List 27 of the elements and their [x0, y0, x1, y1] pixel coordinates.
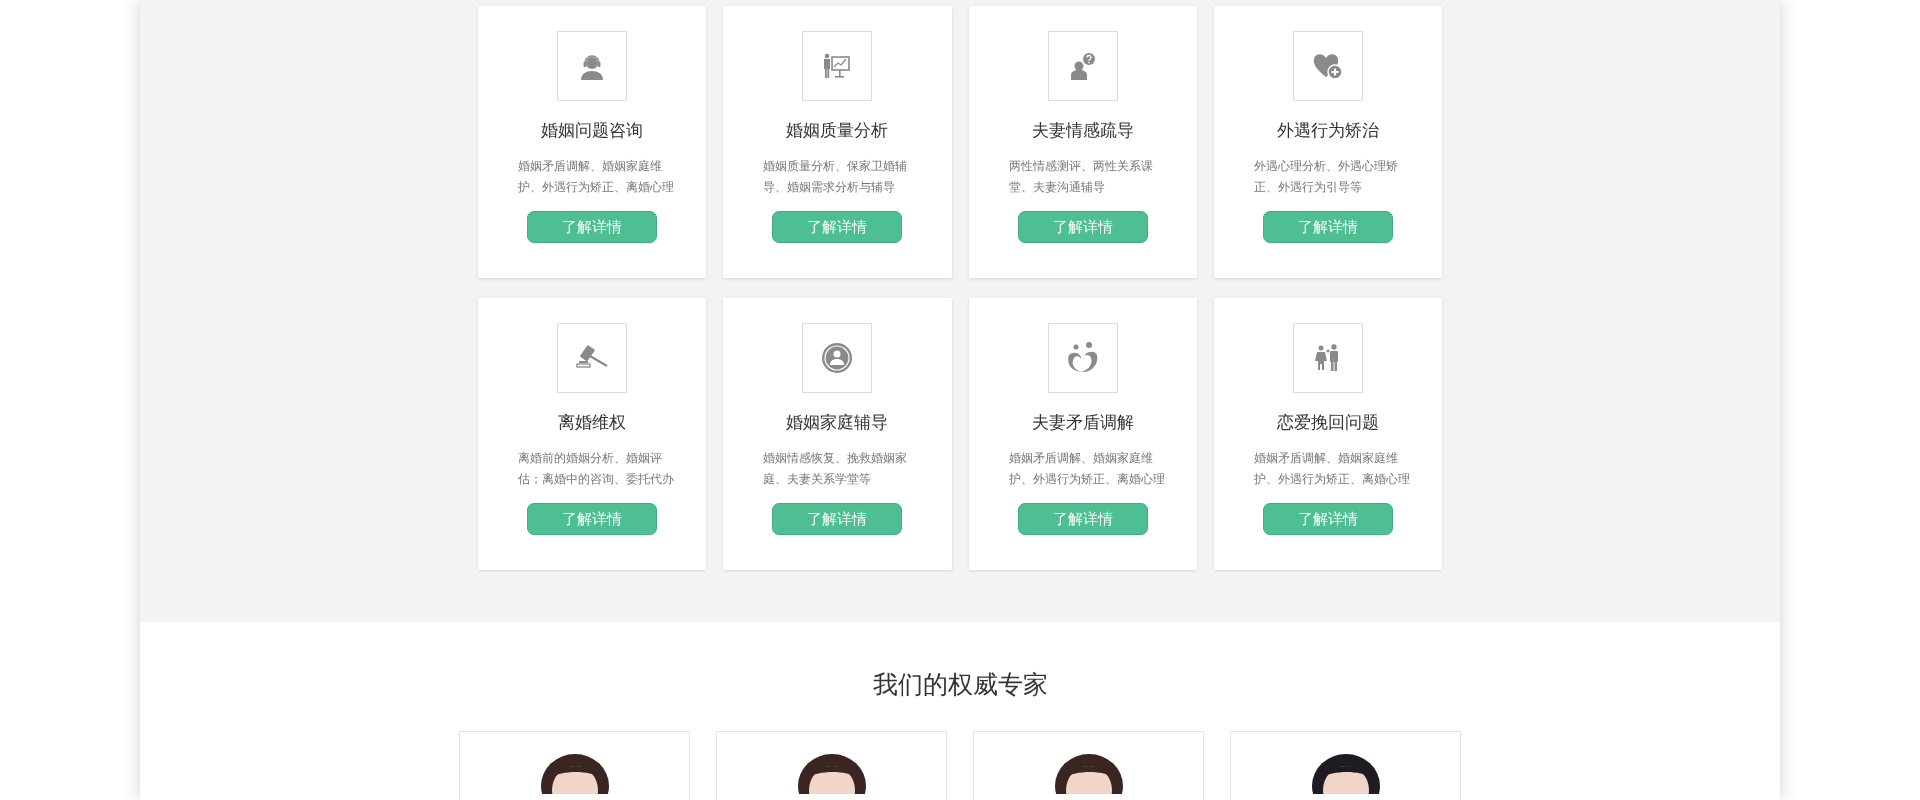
service-description: 婚姻矛盾调解、婚姻家庭维 护、外遇行为矫正、离婚心理 — [518, 158, 675, 196]
details-button[interactable]: 了解详情 — [527, 211, 658, 243]
presenter-board-icon — [822, 51, 853, 81]
service-title: 恋爱挽回问题 — [1276, 412, 1379, 434]
service-description: 两性情感测评、两性关系课 堂、夫妻沟通辅导 — [1008, 158, 1153, 196]
service-title: 婚姻家庭辅导 — [786, 412, 889, 434]
details-button[interactable]: 了解详情 — [1262, 211, 1393, 243]
service-description: 婚姻质量分析、保家卫婚辅 导、婚姻需求分析与辅导 — [763, 158, 908, 196]
details-button[interactable]: 了解详情 — [1017, 211, 1148, 243]
service-description: 婚姻情感恢复、挽救婚姻家 庭、夫妻关系学堂等 — [763, 450, 908, 488]
service-description: 婚姻矛盾调解、婚姻家庭维 护、外遇行为矫正、离婚心理 — [1008, 450, 1165, 488]
details-button[interactable]: 了解详情 — [772, 503, 903, 535]
service-title: 离婚维权 — [558, 412, 627, 434]
service-description: 离婚前的婚姻分析、婚姻评 估；离婚中的咨询、委托代办 — [518, 450, 675, 488]
service-title: 婚姻问题咨询 — [541, 120, 644, 142]
details-button[interactable]: 了解详情 — [772, 211, 903, 243]
section-title: 我们的权威专家 — [872, 669, 1048, 699]
details-button[interactable]: 了解详情 — [527, 503, 658, 535]
service-title: 夫妻矛盾调解 — [1031, 412, 1134, 434]
service-title: 夫妻情感疏导 — [1031, 120, 1134, 142]
service-title: 婚姻质量分析 — [786, 120, 889, 142]
details-button[interactable]: 了解详情 — [1262, 503, 1393, 535]
details-button[interactable]: 了解详情 — [1017, 503, 1148, 535]
service-description: 外遇心理分析、外遇心理矫 正、外遇行为引导等 — [1253, 158, 1398, 196]
person-circle-icon — [821, 342, 854, 374]
service-description: 婚姻矛盾调解、婚姻家庭维 护、外遇行为矫正、离婚心理 — [1253, 450, 1410, 488]
service-title: 外遇行为矫治 — [1276, 120, 1379, 142]
